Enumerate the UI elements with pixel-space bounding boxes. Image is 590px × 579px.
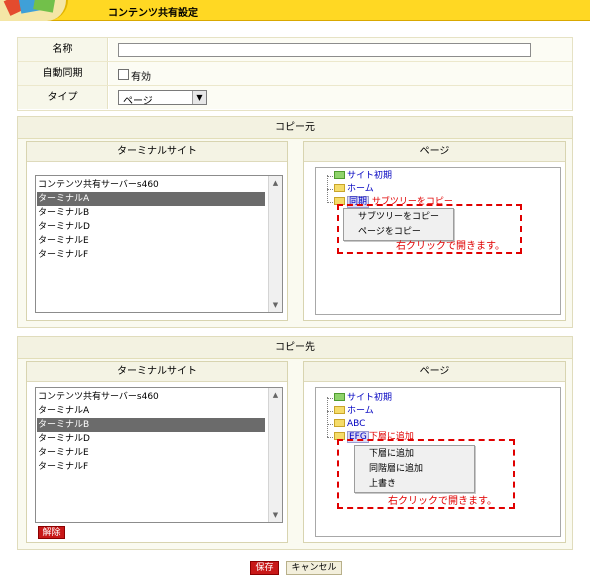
dest-page-header: ページ [304,362,565,382]
folder-icon [334,183,345,192]
scroll-down-icon[interactable]: ▼ [269,299,282,311]
name-label: 名称 [18,38,108,61]
dest-section-title: コピー先 [18,337,572,359]
scroll-up-icon[interactable]: ▲ [269,177,282,189]
list-item[interactable]: ターミナルE [37,446,265,460]
save-button[interactable]: 保存 [250,561,279,575]
list-item[interactable]: コンテンツ共有サーバーs460 [37,390,265,404]
type-select-value: ページ [123,96,153,107]
dest-page-panel: ページ サイト初期 ホーム ABC EFG 下層に追加 下層に追加 同階層に追加 … [303,361,566,543]
type-select[interactable]: ページ ▼ [118,90,207,107]
tree-item-home[interactable]: ホーム [334,183,374,196]
logo-icon [0,0,68,21]
tree-item-site-init[interactable]: サイト初期 [334,170,392,183]
folder-icon [334,392,345,401]
list-item[interactable]: ターミナルA [37,404,265,418]
list-item[interactable]: ターミナルB [37,206,265,220]
sync-checkbox-label[interactable]: 有効 [131,68,151,83]
sync-row: 自動同期 有効 [18,62,572,86]
source-section: コピー元 ターミナルサイト コンテンツ共有サーバーs460 ターミナルA ターミ… [17,116,573,328]
folder-icon [334,405,345,414]
list-item[interactable]: コンテンツ共有サーバーs460 [37,178,265,192]
source-note: 右クリックで開きます。 [396,241,505,252]
header-bar: コンテンツ共有設定 [0,0,590,21]
scrollbar[interactable]: ▲ ▼ [268,176,282,312]
source-terminal-panel: ターミナルサイト コンテンツ共有サーバーs460 ターミナルA ターミナルB タ… [26,141,288,321]
settings-form: 名称 自動同期 有効 タイプ ページ ▼ [17,37,573,111]
chevron-down-icon[interactable]: ▼ [192,91,206,104]
list-item[interactable]: ターミナルE [37,234,265,248]
dest-terminal-list[interactable]: コンテンツ共有サーバーs460 ターミナルA ターミナルB ターミナルD ターミ… [35,387,283,523]
list-item-selected[interactable]: ターミナルB [37,418,265,432]
list-item[interactable]: ターミナルD [37,220,265,234]
scrollbar[interactable]: ▲ ▼ [268,388,282,522]
list-item[interactable]: ターミナルF [37,248,265,262]
scroll-up-icon[interactable]: ▲ [269,389,282,401]
list-item-selected[interactable]: ターミナルA [37,192,265,206]
dest-page-tree[interactable]: サイト初期 ホーム ABC EFG 下層に追加 下層に追加 同階層に追加 上書き … [315,387,561,537]
tree-item-site-init[interactable]: サイト初期 [334,392,392,405]
scroll-down-icon[interactable]: ▼ [269,509,282,521]
sync-checkbox[interactable] [118,69,129,80]
sync-label: 自動同期 [18,62,108,85]
name-row: 名称 [18,38,572,62]
source-page-panel: ページ サイト初期 ホーム 同期 サブツリーをコピー サブツリーをコピー ページ… [303,141,566,321]
cancel-button[interactable]: キャンセル [286,561,342,575]
dest-terminal-header: ターミナルサイト [27,362,287,382]
source-section-title: コピー元 [18,117,572,139]
type-label: タイプ [18,86,108,109]
dest-terminal-panel: ターミナルサイト コンテンツ共有サーバーs460 ターミナルA ターミナルB タ… [26,361,288,543]
dest-note: 右クリックで開きます。 [388,496,497,507]
name-input[interactable] [118,43,531,57]
tree-item-home[interactable]: ホーム [334,405,374,418]
source-terminal-header: ターミナルサイト [27,142,287,162]
type-row: タイプ ページ ▼ [18,86,572,110]
folder-icon [334,418,345,427]
list-item[interactable]: ターミナルD [37,432,265,446]
remove-button[interactable]: 解除 [38,526,65,539]
dest-section: コピー先 ターミナルサイト コンテンツ共有サーバーs460 ターミナルA ターミ… [17,336,573,550]
source-page-tree[interactable]: サイト初期 ホーム 同期 サブツリーをコピー サブツリーをコピー ページをコピー… [315,167,561,315]
source-page-header: ページ [304,142,565,162]
tree-item-abc[interactable]: ABC [334,418,365,431]
folder-icon [334,170,345,179]
source-terminal-list[interactable]: コンテンツ共有サーバーs460 ターミナルA ターミナルB ターミナルD ターミ… [35,175,283,313]
page-title: コンテンツ共有設定 [108,8,198,19]
list-item[interactable]: ターミナルF [37,460,265,474]
